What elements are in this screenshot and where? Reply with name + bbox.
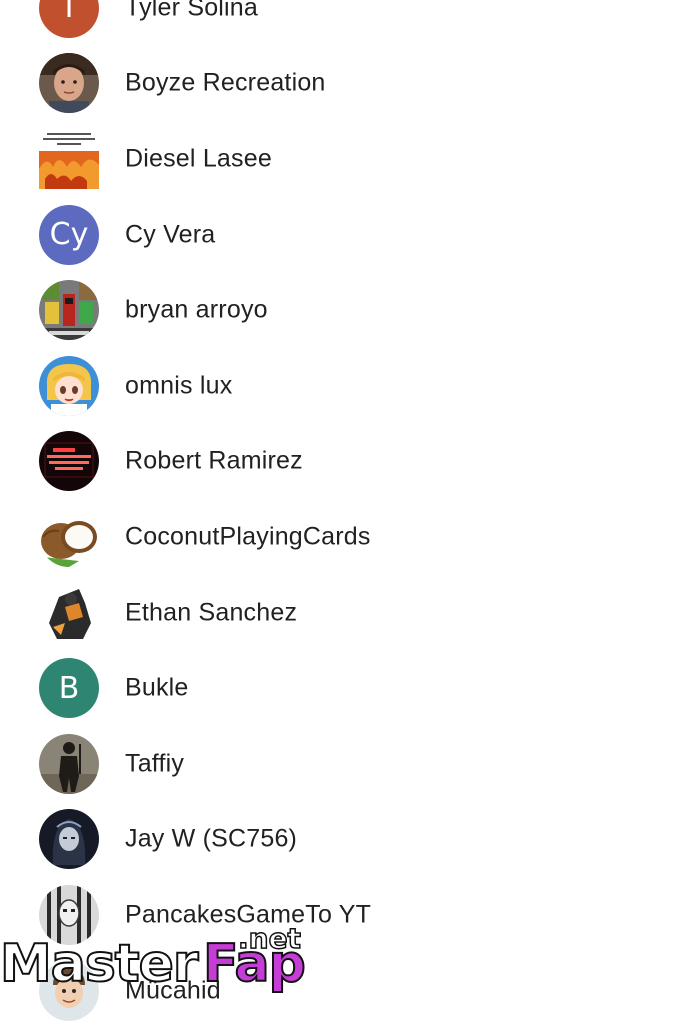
avatar-letter: Cy <box>49 217 89 253</box>
avatar-letter: B <box>58 670 80 706</box>
contact-name: Bukle <box>125 673 189 702</box>
meme-image-icon <box>39 128 99 189</box>
contact-name: Taffiy <box>125 749 185 778</box>
watermark-logo: Master Fap .net <box>0 921 310 1000</box>
contact-row[interactable]: Jay W (SC756) <box>0 802 681 878</box>
avatar: T <box>39 0 99 38</box>
contact-name: Boyze Recreation <box>125 68 326 97</box>
contact-name: omnis lux <box>125 371 233 400</box>
person-photo-icon <box>39 53 99 114</box>
contact-row[interactable]: Boyze Recreation <box>0 46 681 122</box>
contact-list: T Tyler Solina Boyze Recreation Diesel L… <box>0 0 681 1028</box>
contact-row[interactable]: omnis lux <box>0 348 681 424</box>
character-illustration-icon <box>39 582 99 643</box>
contact-name: Tyler Solina <box>125 0 259 22</box>
avatar-letter: T <box>59 0 79 26</box>
contact-row[interactable]: Cy Cy Vera <box>0 197 681 273</box>
contact-row[interactable]: B Bukle <box>0 650 681 726</box>
contact-row[interactable]: bryan arroyo <box>0 272 681 348</box>
avatar: B <box>39 658 99 719</box>
coconut-icon <box>39 506 99 567</box>
avatar: Cy <box>39 204 99 265</box>
contact-row[interactable]: Diesel Lasee <box>0 121 681 197</box>
contact-name: Ethan Sanchez <box>125 598 298 627</box>
silhouette-figure-icon <box>39 733 99 794</box>
contact-name: CoconutPlayingCards <box>125 522 371 551</box>
watermark-master-text: Master <box>0 933 200 995</box>
neon-sign-icon <box>39 431 99 492</box>
contact-name: Diesel Lasee <box>125 144 272 173</box>
contact-row[interactable]: Taffiy <box>0 726 681 802</box>
contact-row[interactable]: CoconutPlayingCards <box>0 499 681 575</box>
contact-row[interactable]: Ethan Sanchez <box>0 575 681 651</box>
contact-name: Cy Vera <box>125 220 216 249</box>
contact-name: bryan arroyo <box>125 295 268 324</box>
contact-name: Robert Ramirez <box>125 446 303 475</box>
anime-character-icon <box>39 355 99 416</box>
watermark-net-text: .net <box>237 921 301 956</box>
hooded-figure-icon <box>39 809 99 870</box>
minecraft-image-icon <box>39 280 99 341</box>
contact-row[interactable]: T Tyler Solina <box>0 0 681 46</box>
contact-row[interactable]: Robert Ramirez <box>0 424 681 500</box>
contact-name: Jay W (SC756) <box>125 824 298 853</box>
